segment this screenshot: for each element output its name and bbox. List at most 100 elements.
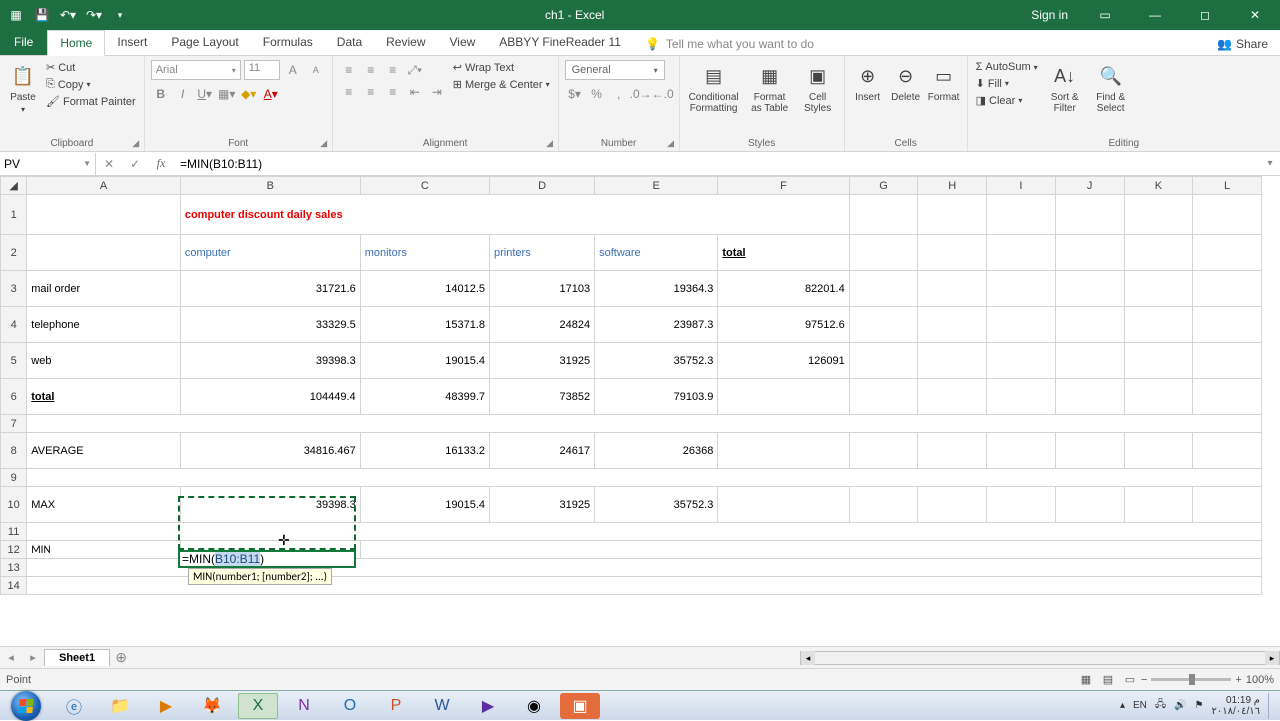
- sort-filter-button[interactable]: A↓Sort & Filter: [1044, 60, 1086, 116]
- accounting-icon[interactable]: $▾: [565, 84, 585, 104]
- qat-customize-icon[interactable]: ▾: [112, 7, 128, 23]
- taskbar-word-icon[interactable]: W: [422, 693, 462, 719]
- row-header[interactable]: 14: [1, 577, 27, 595]
- cell-styles-button[interactable]: ▣Cell Styles: [798, 60, 838, 116]
- enter-formula-button[interactable]: ✓: [122, 153, 148, 175]
- taskbar-wmp-icon[interactable]: ▶: [146, 693, 186, 719]
- taskbar-powerpoint-icon[interactable]: P: [376, 693, 416, 719]
- show-desktop-button[interactable]: [1268, 693, 1276, 719]
- cut-button[interactable]: ✂Cut: [44, 60, 138, 75]
- tray-lang[interactable]: EN: [1133, 700, 1147, 711]
- scroll-left-icon[interactable]: ◂: [801, 651, 815, 665]
- tell-me[interactable]: 💡Tell me what you want to do: [633, 33, 826, 55]
- normal-view-icon[interactable]: ▦: [1075, 671, 1097, 689]
- row-header[interactable]: 9: [1, 469, 27, 487]
- align-center-icon[interactable]: ≡: [361, 82, 381, 102]
- insert-cells-button[interactable]: ⊕Insert: [851, 60, 885, 105]
- format-as-table-button[interactable]: ▦Format as Table: [746, 60, 794, 116]
- paste-button[interactable]: 📋Paste▾: [6, 60, 40, 116]
- decrease-decimal-icon[interactable]: ←.0: [653, 84, 673, 104]
- ribbon-display-icon[interactable]: ▭: [1082, 0, 1128, 30]
- number-launcher[interactable]: ◢: [665, 137, 677, 149]
- cell-edit-box[interactable]: =MIN(B10:B11): [178, 550, 356, 568]
- minimize-button[interactable]: —: [1132, 0, 1178, 30]
- comma-icon[interactable]: ,: [609, 84, 629, 104]
- indent-increase-icon[interactable]: ⇥: [427, 82, 447, 102]
- alignment-launcher[interactable]: ◢: [544, 137, 556, 149]
- system-tray[interactable]: ▴ EN 🖧 🔊 ⚑ 01:19 م ٢٠١٨/٠٤/١٦: [1120, 693, 1276, 719]
- save-icon[interactable]: 💾: [34, 7, 50, 23]
- percent-icon[interactable]: %: [587, 84, 607, 104]
- tray-show-hidden-icon[interactable]: ▴: [1120, 700, 1125, 711]
- align-top-icon[interactable]: ≡: [339, 60, 359, 80]
- format-painter-button[interactable]: 🖌Format Painter: [44, 94, 138, 109]
- tab-nav-next[interactable]: ▸: [22, 651, 44, 664]
- tab-nav-prev[interactable]: ◂: [0, 651, 22, 664]
- start-button[interactable]: [4, 693, 48, 719]
- font-launcher[interactable]: ◢: [318, 137, 330, 149]
- fill-color-button[interactable]: ◆▾: [239, 84, 259, 104]
- row-header[interactable]: 11: [1, 523, 27, 541]
- underline-button[interactable]: U▾: [195, 84, 215, 104]
- taskbar-firefox-icon[interactable]: 🦊: [192, 693, 232, 719]
- row-header[interactable]: 13: [1, 559, 27, 577]
- insert-function-button[interactable]: fx: [148, 153, 174, 175]
- select-all-button[interactable]: ◢: [1, 177, 27, 195]
- horizontal-scrollbar[interactable]: ◂▸: [800, 651, 1280, 665]
- close-button[interactable]: ✕: [1232, 0, 1278, 30]
- taskbar-media-icon[interactable]: ▶: [468, 693, 508, 719]
- fill-button[interactable]: ⬇Fill▾: [974, 76, 1040, 91]
- row-header[interactable]: 1: [1, 195, 27, 235]
- tray-volume-icon[interactable]: 🔊: [1174, 700, 1186, 711]
- page-layout-view-icon[interactable]: ▤: [1097, 671, 1119, 689]
- row-header[interactable]: 5: [1, 343, 27, 379]
- tab-page-layout[interactable]: Page Layout: [159, 29, 250, 55]
- scroll-right-icon[interactable]: ▸: [1265, 651, 1279, 665]
- increase-font-icon[interactable]: A: [283, 60, 303, 80]
- number-format-combo[interactable]: General▾: [565, 60, 665, 80]
- row-header[interactable]: 6: [1, 379, 27, 415]
- indent-decrease-icon[interactable]: ⇤: [405, 82, 425, 102]
- tab-file[interactable]: File: [0, 29, 47, 55]
- row-header[interactable]: 3: [1, 271, 27, 307]
- taskbar-ie-icon[interactable]: ⓔ: [54, 693, 94, 719]
- copy-button[interactable]: ⎘Copy▾: [44, 77, 138, 92]
- wrap-text-button[interactable]: ↩Wrap Text: [451, 60, 552, 75]
- zoom-in-button[interactable]: +: [1235, 674, 1241, 686]
- tab-abbyy[interactable]: ABBYY FineReader 11: [487, 29, 633, 55]
- align-left-icon[interactable]: ≡: [339, 82, 359, 102]
- cancel-formula-button[interactable]: ✕: [96, 153, 122, 175]
- formula-input[interactable]: =MIN(B10:B11): [174, 153, 1260, 175]
- share-button[interactable]: 👥Share: [1205, 33, 1280, 55]
- tab-formulas[interactable]: Formulas: [251, 29, 325, 55]
- new-sheet-button[interactable]: ⊕: [110, 649, 132, 666]
- font-color-button[interactable]: A▾: [261, 84, 281, 104]
- font-size-combo[interactable]: 11: [244, 60, 280, 80]
- row-header[interactable]: 7: [1, 415, 27, 433]
- align-bottom-icon[interactable]: ≡: [383, 60, 403, 80]
- zoom-slider[interactable]: [1151, 678, 1231, 681]
- sign-in-button[interactable]: Sign in: [1021, 0, 1078, 30]
- autosum-button[interactable]: ΣAutoSum▾: [974, 60, 1040, 74]
- row-header[interactable]: 8: [1, 433, 27, 469]
- tab-review[interactable]: Review: [374, 29, 437, 55]
- taskbar-explorer-icon[interactable]: 📁: [100, 693, 140, 719]
- page-break-view-icon[interactable]: ▭: [1119, 671, 1141, 689]
- taskbar-outlook-icon[interactable]: O: [330, 693, 370, 719]
- clear-button[interactable]: ◨Clear▾: [974, 93, 1040, 108]
- undo-icon[interactable]: ↶▾: [60, 7, 76, 23]
- taskbar-chrome-icon[interactable]: ◉: [514, 693, 554, 719]
- name-box[interactable]: PV▼: [0, 153, 96, 175]
- zoom-level[interactable]: 100%: [1246, 674, 1274, 686]
- align-right-icon[interactable]: ≡: [383, 82, 403, 102]
- find-select-button[interactable]: 🔍Find & Select: [1090, 60, 1132, 116]
- row-header[interactable]: 10: [1, 487, 27, 523]
- tray-network-icon[interactable]: 🖧: [1155, 697, 1166, 714]
- conditional-formatting-button[interactable]: ▤Conditional Formatting: [686, 60, 742, 116]
- zoom-out-button[interactable]: −: [1141, 674, 1147, 686]
- italic-button[interactable]: I: [173, 84, 193, 104]
- decrease-font-icon[interactable]: A: [306, 60, 326, 80]
- redo-icon[interactable]: ↷▾: [86, 7, 102, 23]
- delete-cells-button[interactable]: ⊖Delete: [889, 60, 923, 105]
- row-header[interactable]: 12: [1, 541, 27, 559]
